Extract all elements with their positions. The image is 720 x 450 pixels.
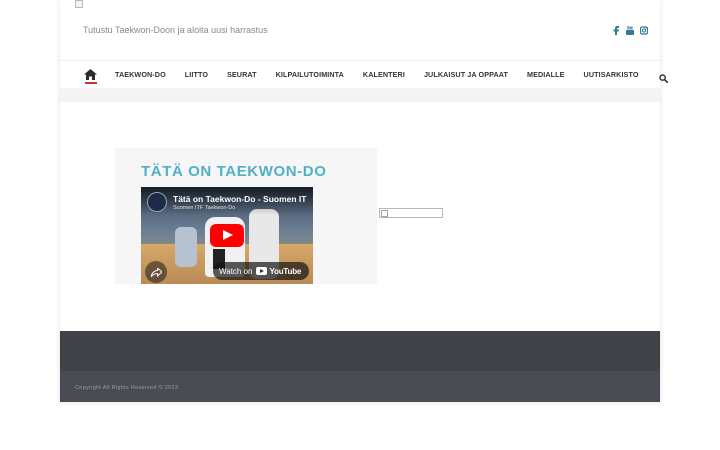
social-links — [612, 26, 648, 35]
nav-item-medialle[interactable]: MEDIALLE — [527, 70, 565, 79]
nav-home[interactable] — [84, 66, 97, 84]
video-title[interactable]: Tätä on Taekwon-Do - Suomen IT — [173, 194, 307, 204]
search-button[interactable] — [658, 70, 668, 84]
logo-image[interactable] — [75, 0, 83, 8]
copyright-text: Copyright All Rights Reserved © 2023 — [75, 385, 179, 391]
watch-on-label: Watch on — [219, 266, 253, 276]
video-channel-name: Suomen ITF Taekwon-Do — [173, 205, 236, 211]
footer-bottom-bar: Copyright All Rights Reserved © 2023 — [60, 371, 660, 402]
video-widget: TÄTÄ ON TAEKWON-DO Tätä on Taekwon-Do - … — [115, 148, 377, 284]
video-thumbnail-figure — [175, 227, 197, 267]
share-icon — [150, 267, 162, 277]
home-icon — [84, 69, 97, 80]
footer-widgets — [60, 331, 660, 371]
header-band — [60, 88, 660, 102]
site-tagline: Tutustu Taekwon-Doon ja aloita uusi harr… — [83, 25, 268, 35]
youtube-logo-icon — [255, 267, 267, 275]
nav-item-kilpailutoiminta[interactable]: KILPAILUTOIMINTA — [276, 70, 344, 79]
widget-title: TÄTÄ ON TAEKWON-DO — [141, 163, 327, 180]
youtube-embed[interactable]: Tätä on Taekwon-Do - Suomen IT Suomen IT… — [141, 187, 313, 284]
play-button[interactable] — [210, 224, 244, 247]
youtube-wordmark: YouTube — [269, 266, 302, 276]
main-navigation: TAEKWON-DO LIITTO SEURAT KILPAILUTOIMINT… — [60, 60, 668, 88]
search-icon — [658, 74, 668, 84]
nav-item-kalenteri[interactable]: KALENTERI — [363, 70, 405, 79]
nav-item-seurat[interactable]: SEURAT — [227, 70, 257, 79]
nav-item-uutisarkisto[interactable]: UUTISARKISTO — [584, 70, 639, 79]
instagram-icon[interactable] — [640, 26, 648, 35]
home-active-indicator — [85, 81, 97, 84]
watch-on-youtube-button[interactable]: Watch on YouTube — [213, 262, 309, 280]
page-container: Tutustu Taekwon-Doon ja aloita uusi harr… — [60, 0, 668, 402]
facebook-icon[interactable] — [612, 26, 620, 35]
share-button[interactable] — [145, 261, 167, 283]
nav-item-taekwon-do[interactable]: TAEKWON-DO — [115, 70, 166, 79]
youtube-icon[interactable] — [626, 26, 634, 35]
broken-image — [379, 208, 443, 218]
nav-item-julkaisut-ja-oppaat[interactable]: JULKAISUT JA OPPAAT — [424, 70, 508, 79]
channel-avatar[interactable] — [147, 192, 167, 212]
nav-item-liitto[interactable]: LIITTO — [185, 70, 208, 79]
